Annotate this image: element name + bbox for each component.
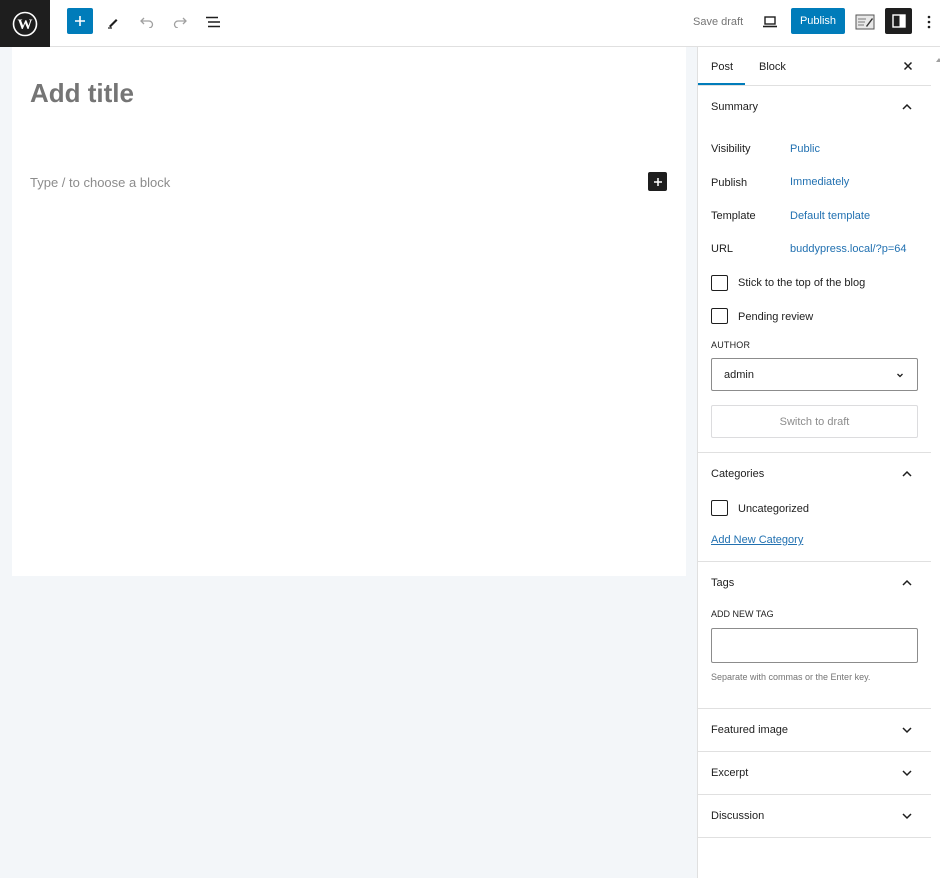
category-label-uncategorized[interactable]: Uncategorized: [738, 503, 809, 515]
template-label: Template: [711, 210, 756, 222]
publish-label: Publish: [711, 177, 748, 189]
tab-block[interactable]: Block: [759, 61, 786, 73]
tags-panel-title: Tags: [711, 577, 735, 589]
author-select[interactable]: admin: [711, 358, 918, 391]
tag-help-text: Separate with commas or the Enter key.: [711, 672, 871, 682]
editor-canvas-area: Add title Type / to choose a block: [0, 47, 697, 878]
sidebar-toggle-icon: [891, 14, 906, 28]
pencil-icon: [108, 19, 118, 29]
chevron-up-icon: [902, 579, 912, 586]
sticky-checkbox[interactable]: [711, 275, 728, 291]
list-view-icon: [206, 16, 220, 28]
plus-icon: [653, 177, 662, 186]
panel-divider: [698, 837, 931, 838]
sidebar-tabs: Post Block: [698, 47, 931, 86]
visibility-value[interactable]: Public: [790, 143, 820, 155]
tools-button[interactable]: [100, 9, 126, 35]
wordpress-logo-icon[interactable]: W: [0, 0, 50, 47]
undo-button[interactable]: [134, 9, 160, 35]
visibility-label: Visibility: [711, 143, 751, 155]
url-value[interactable]: buddypress.local/?p=64: [790, 243, 907, 255]
plugin-editor-button[interactable]: [852, 9, 878, 35]
redo-button[interactable]: [167, 9, 193, 35]
discussion-panel-title: Discussion: [711, 810, 765, 822]
url-label: URL: [711, 243, 734, 255]
tag-input[interactable]: [711, 628, 918, 663]
chevron-down-icon: [902, 770, 912, 777]
switch-to-draft-button[interactable]: Switch to draft: [711, 405, 918, 438]
tags-panel-toggle[interactable]: Tags: [698, 562, 931, 604]
editor-toolbar: W Save draft Publish: [0, 0, 940, 47]
list-view-button[interactable]: [200, 9, 226, 35]
pending-review-label[interactable]: Pending review: [738, 311, 813, 323]
author-label: AUTHOR: [711, 340, 751, 350]
featured-image-panel-toggle[interactable]: Featured image: [698, 709, 931, 751]
summary-panel-toggle[interactable]: Summary: [698, 86, 931, 128]
save-draft-button[interactable]: Save draft: [693, 16, 743, 28]
settings-button[interactable]: [885, 8, 912, 34]
editor-canvas: Add title Type / to choose a block: [12, 47, 686, 576]
publish-date-value[interactable]: Immediately: [790, 176, 849, 188]
excerpt-panel-title: Excerpt: [711, 767, 749, 779]
edit-image-icon: [855, 14, 875, 30]
categories-panel-title: Categories: [711, 468, 765, 480]
plus-icon: [75, 16, 85, 26]
add-new-tag-label: ADD NEW TAG: [711, 609, 774, 619]
sticky-checkbox-label[interactable]: Stick to the top of the blog: [738, 277, 865, 289]
summary-panel-title: Summary: [711, 101, 759, 113]
inline-add-block-button[interactable]: [648, 172, 667, 191]
sidebar-scrollbar[interactable]: [931, 47, 940, 878]
publish-button[interactable]: Publish: [791, 8, 845, 34]
more-vertical-icon: [927, 15, 931, 29]
settings-sidebar: Post Block Summary Visibility Public Pub…: [697, 47, 931, 878]
author-select-value: admin: [724, 369, 754, 381]
add-new-category-link[interactable]: Add New Category: [711, 534, 803, 546]
close-icon: [903, 61, 913, 71]
scroll-up-arrow-icon[interactable]: [936, 58, 940, 62]
category-checkbox-uncategorized[interactable]: [711, 500, 728, 516]
template-value[interactable]: Default template: [790, 210, 870, 222]
chevron-up-icon: [902, 470, 912, 477]
excerpt-panel-toggle[interactable]: Excerpt: [698, 752, 931, 794]
block-placeholder[interactable]: Type / to choose a block: [30, 175, 170, 190]
options-button[interactable]: [919, 9, 939, 35]
featured-image-panel-title: Featured image: [711, 724, 789, 736]
pending-review-checkbox[interactable]: [711, 308, 728, 324]
undo-icon: [140, 17, 154, 28]
chevron-up-icon: [902, 103, 912, 110]
categories-panel-toggle[interactable]: Categories: [698, 453, 931, 495]
preview-button[interactable]: [757, 9, 783, 35]
add-block-button[interactable]: [67, 8, 93, 34]
svg-text:W: W: [18, 17, 33, 33]
laptop-icon: [763, 16, 777, 28]
close-sidebar-button[interactable]: [899, 57, 917, 75]
chevron-down-icon: [902, 727, 912, 734]
chevron-down-icon: [897, 373, 903, 378]
post-title-input[interactable]: Add title: [30, 78, 134, 109]
discussion-panel-toggle[interactable]: Discussion: [698, 795, 931, 837]
redo-icon: [173, 17, 187, 28]
tab-post[interactable]: Post: [711, 61, 733, 73]
chevron-down-icon: [902, 813, 912, 820]
active-tab-indicator: [698, 83, 745, 85]
